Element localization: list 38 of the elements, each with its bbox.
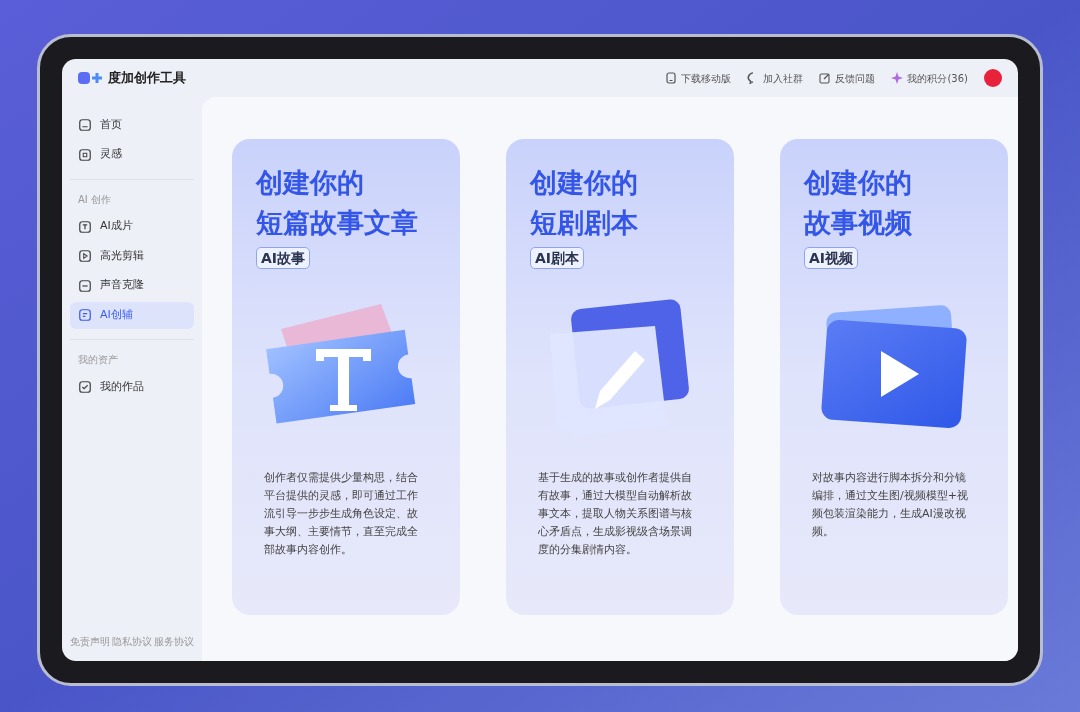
header-link[interactable]: 下载移动版 — [665, 70, 732, 86]
feature-card[interactable]: 创建你的 短剧剧本 AI剧本 基于生成的故事或创作者提供自有故事，通过大模型自动解析故事文本，提取人物关系图谱与核心矛盾点，生成影视级含场景调度的分集剧情内容。 — [506, 139, 734, 615]
sidebar-item[interactable]: 灵感 — [70, 141, 194, 168]
feature-card[interactable]: 创建你的 短篇故事文章 AI故事 创作者仅需提供少量构思，结合平台提供的灵感，即可通过工作流引导一步步生成角色设定、故事大纲、主要情节，直至完成全部故事内容创作。 — [232, 139, 460, 615]
sidebar-item[interactable]: 高光剪辑 — [70, 242, 194, 270]
feature-card[interactable]: 创建你的 故事视频 AI视频 对故事内容进行脚本拆分和分镜编排，通过文生图/视频模型+视频包装渲染能力，生成AI漫改视频。 — [780, 139, 1008, 615]
sidebar-item[interactable]: AI创辅 — [70, 301, 194, 329]
tag: AI剧本 — [530, 247, 585, 269]
tag: AI故事 — [256, 247, 311, 269]
sidebar-item[interactable]: AI成片 — [70, 213, 194, 240]
sparkle-icon — [891, 72, 904, 84]
app-name: 度加创作工具 — [108, 69, 186, 88]
card-title: 创建你的 短篇故事文章 — [256, 166, 419, 240]
card-title: 创建你的 短剧剧本 — [530, 166, 639, 240]
sidebar-item[interactable]: 首页 — [70, 111, 194, 139]
header-link[interactable]: 加入社群 — [747, 70, 804, 86]
film-icon — [78, 219, 92, 234]
header-link[interactable]: 反馈问题 — [819, 70, 876, 86]
section-heading: 我的资产 — [77, 353, 119, 367]
edit-icon — [819, 72, 832, 84]
sidebar-item[interactable]: 我的作品 — [70, 373, 194, 401]
avatar[interactable] — [984, 69, 1002, 87]
section-heading: AI 创作 — [77, 192, 112, 207]
card-description: 创作者仅需提供少量构思，结合平台提供的灵感，即可通过工作流引导一步步生成角色设定、故事大纲、主要情节，直至完成全部故事内容创作。 — [263, 470, 419, 558]
sidebar-item[interactable]: 声音克隆 — [70, 272, 194, 299]
doc-icon — [78, 308, 92, 322]
home-icon — [78, 118, 92, 132]
card-description: 对故事内容进行脚本拆分和分镜编排，通过文生图/视频模型+视频包装渲染能力，生成AI漫改视频。 — [811, 470, 969, 540]
header-link[interactable]: 我的积分(36) — [891, 70, 968, 86]
play-icon — [78, 249, 92, 263]
works-icon — [78, 380, 92, 394]
idea-icon — [78, 147, 92, 162]
logo-icon — [78, 72, 104, 84]
card-description: 基于生成的故事或创作者提供自有故事，通过大模型自动解析故事文本，提取人物关系图谱与核心矛盾点，生成影视级含场景调度的分集剧情内容。 — [537, 470, 693, 558]
tag: AI视频 — [804, 247, 859, 269]
card-title: 创建你的 故事视频 — [804, 166, 913, 240]
phone-icon — [665, 72, 678, 84]
voice-icon — [78, 278, 92, 293]
